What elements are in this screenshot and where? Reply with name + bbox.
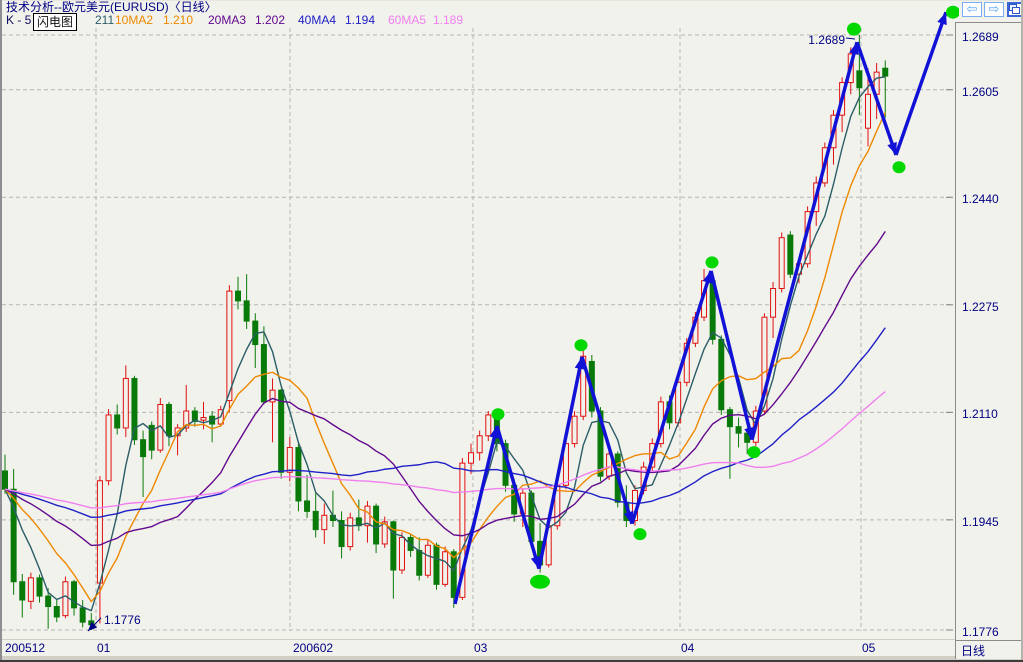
price-tick-label: 1.2275 bbox=[962, 299, 999, 314]
scroll-left-button[interactable]: ⇦ bbox=[962, 2, 982, 17]
period-label-box: 日线 bbox=[955, 640, 1023, 659]
price-tick-label: 1.2605 bbox=[962, 84, 999, 99]
legend-ma5-value: 211 bbox=[95, 13, 115, 27]
legend-ma20-value: 1.202 bbox=[255, 13, 286, 27]
period-label: 日线 bbox=[961, 644, 986, 658]
legend-ma60-label: 60MA5 bbox=[388, 13, 427, 27]
toolbar: ⇦ ⇨ bbox=[962, 2, 1023, 18]
candles bbox=[2, 35, 889, 630]
legend-ma40-value: 1.194 bbox=[345, 13, 376, 27]
x-axis: 200512 01 200602 03 04 05 bbox=[2, 639, 955, 655]
price-tick-label: 1.1945 bbox=[962, 514, 999, 529]
month-tick-label: 200512 bbox=[5, 641, 46, 655]
right-arrow-icon: ⇨ bbox=[988, 1, 1000, 17]
svg-text:1.2689: 1.2689 bbox=[808, 33, 845, 47]
chart-window: 技术分析--欧元美元(EURUSD)〈日线〉 K - 5 211 10MA2 1… bbox=[0, 0, 1023, 662]
price-tick-label: 1.2440 bbox=[962, 192, 999, 207]
grid bbox=[2, 28, 953, 631]
pivot-dots bbox=[491, 5, 959, 589]
month-tick-label: 01 bbox=[97, 641, 111, 655]
month-tick-label: 05 bbox=[862, 641, 876, 655]
price-axis-panel: 1.2689 1.2605 1.2440 1.2275 1.2110 1.1945 1.17… bbox=[955, 22, 1023, 641]
scroll-right-button[interactable]: ⇨ bbox=[984, 2, 1004, 17]
left-arrow-icon: ⇦ bbox=[966, 1, 978, 17]
price-tick-label: 1.1776 bbox=[962, 624, 999, 639]
legend-ma20-label: 20MA3 bbox=[208, 13, 247, 27]
flash-chart-tooltip: 闪电图 bbox=[33, 13, 78, 31]
window-border-top bbox=[0, 0, 1023, 1]
moving-averages bbox=[4, 76, 886, 612]
candlestick-chart[interactable]: 1.2689 1.1776 bbox=[2, 2, 959, 638]
legend-ma60-value: 1.189 bbox=[433, 13, 464, 27]
indicator-legend: K - 5 211 10MA2 1.210 20MA3 1.202 40MA4 … bbox=[0, 14, 955, 27]
cascade-icon bbox=[1009, 4, 1021, 15]
legend-ma40-label: 40MA4 bbox=[298, 13, 337, 27]
price-tick-label: 1.2110 bbox=[962, 407, 998, 422]
legend-ma10-value: 1.210 bbox=[163, 13, 194, 27]
window-border-left bbox=[0, 0, 2, 662]
month-tick-label: 200602 bbox=[293, 641, 334, 655]
legend-ma10-label: 10MA2 bbox=[115, 13, 154, 27]
price-tick-label: 1.2689 bbox=[962, 30, 999, 44]
legend-k-label: K - 5 bbox=[6, 13, 32, 27]
month-tick-label: 03 bbox=[474, 641, 488, 655]
svg-text:1.1776: 1.1776 bbox=[104, 613, 141, 627]
month-tick-label: 04 bbox=[681, 641, 695, 655]
